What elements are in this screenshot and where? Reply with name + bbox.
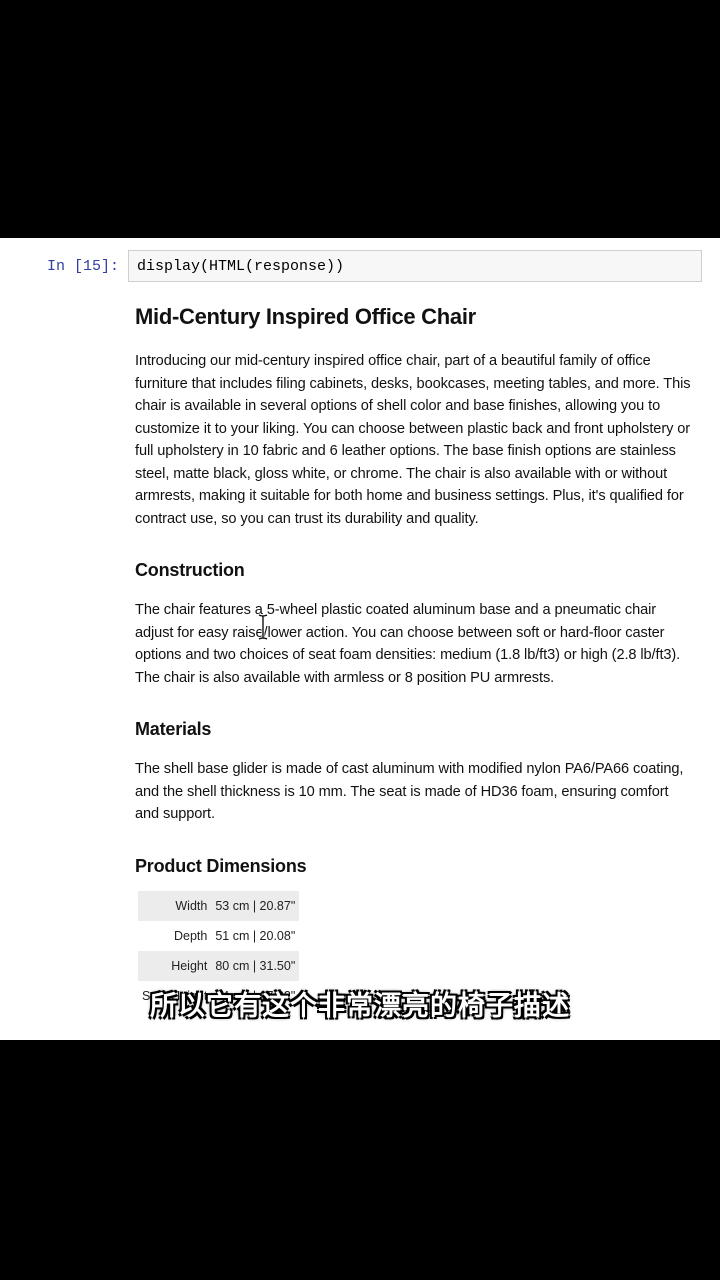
construction-paragraph: The chair features a 5-wheel plastic coa… <box>135 602 681 686</box>
materials-heading: Materials <box>135 719 212 739</box>
table-row: Depth 51 cm | 20.08" <box>138 921 299 951</box>
notebook-screen: In [15]: display(HTML(response)) Mid-Cen… <box>0 238 720 1040</box>
dimension-value: 53 cm | 20.87" <box>211 890 300 921</box>
table-row: Width 53 cm | 20.87" <box>138 890 300 921</box>
dimension-label: Depth <box>173 928 208 943</box>
intro-paragraph: Introducing our mid-century inspired off… <box>135 353 691 527</box>
dimension-label: Height <box>138 950 212 981</box>
dimension-value: 51 cm | 20.08" <box>215 928 296 943</box>
i-beam-cursor-icon <box>258 614 268 640</box>
cell-output: Mid-Century Inspired Office Chair Introd… <box>135 304 695 1011</box>
article-title: Mid-Century Inspired Office Chair <box>135 304 476 329</box>
dimension-label: Width <box>138 890 212 921</box>
materials-paragraph: The shell base glider is made of cast al… <box>135 761 684 822</box>
cell-prompt: In [15]: <box>47 258 120 275</box>
video-subtitle: 所以它有这个非常漂亮的椅子描述 <box>150 991 570 1022</box>
construction-heading: Construction <box>135 560 245 580</box>
code-text[interactable]: display(HTML(response)) <box>137 258 344 275</box>
dimensions-heading: Product Dimensions <box>135 855 307 876</box>
table-row: Height 80 cm | 31.50" <box>138 950 300 981</box>
dimension-value: 80 cm | 31.50" <box>211 950 300 981</box>
code-cell-input[interactable]: display(HTML(response)) <box>128 250 702 282</box>
